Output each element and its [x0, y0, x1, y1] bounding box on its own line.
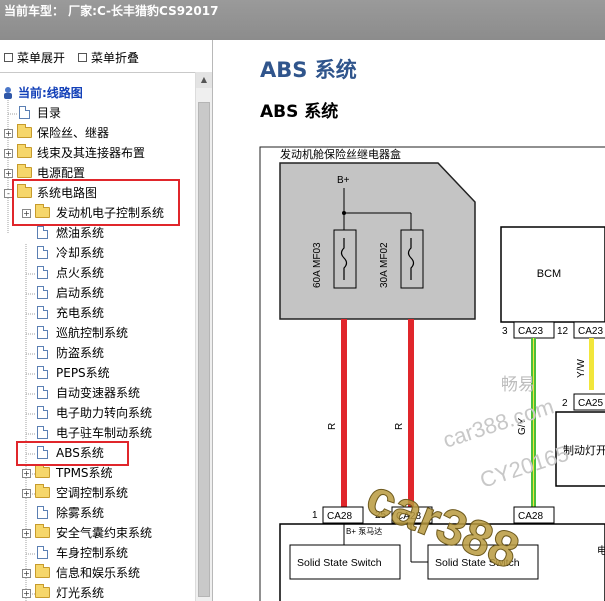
- tree-item-label: 除雾系统: [56, 506, 105, 520]
- expand-plus-icon[interactable]: +: [22, 589, 31, 598]
- tree-item-label: 启动系统: [56, 286, 105, 300]
- tree-item-label: 充电系统: [56, 306, 105, 320]
- bplus-label: B+: [337, 175, 350, 186]
- current-label: 当前:线路图: [18, 86, 83, 100]
- document-icon: [37, 426, 48, 439]
- tree-scrollbar[interactable]: ▲: [195, 72, 212, 601]
- edge-label: 电: [597, 544, 605, 557]
- window-title: 当前车型： 厂家:C-长丰猎豹CS92017: [4, 4, 219, 18]
- expand-plus-icon[interactable]: +: [4, 169, 13, 178]
- tree-item-label: 信息和娱乐系统: [56, 566, 141, 580]
- document-icon: [37, 226, 48, 239]
- tree-item-label: 电子助力转向系统: [56, 406, 153, 420]
- content-pane: ABS 系统 ABS 系统 发动机舱保险丝继电器盒 B+ 60A MF03 30…: [213, 40, 605, 601]
- wiring-diagram: 发动机舱保险丝继电器盒 B+ 60A MF03 30A MF02 R R BCM…: [259, 146, 605, 601]
- expand-plus-icon[interactable]: +: [4, 149, 13, 158]
- menu-toolbar: 菜单展开 菜单折叠: [0, 40, 212, 73]
- tree-item-label: 自动变速器系统: [56, 386, 141, 400]
- expand-menu-button[interactable]: 菜单展开: [4, 49, 65, 66]
- folder-icon: [35, 524, 50, 538]
- folder-icon: [35, 584, 50, 598]
- tree-item-label: 燃油系统: [56, 226, 105, 240]
- bcm-label: BCM: [537, 268, 561, 280]
- watermark-text-2: car388.com: [440, 393, 557, 452]
- pump-motor-label: B+ 泵马达: [346, 526, 382, 536]
- navigation-pane: 菜单展开 菜单折叠 当前:线路图 目录 + 保险丝、继器 + 线束及其连接器布置…: [0, 40, 213, 601]
- expand-plus-icon[interactable]: +: [22, 469, 31, 478]
- scroll-thumb[interactable]: [198, 102, 210, 597]
- document-icon: [37, 326, 48, 339]
- scroll-up-arrow-icon[interactable]: ▲: [196, 72, 212, 88]
- highlight-box-system-diagrams: [12, 179, 180, 226]
- collapse-icon: [78, 53, 87, 62]
- tree-item-label: 车身控制系统: [56, 546, 129, 560]
- tree-view: 当前:线路图 目录 + 保险丝、继器 + 线束及其连接器布置 + 电源配置 -: [0, 72, 195, 601]
- document-icon: [37, 266, 48, 279]
- folder-icon: [35, 484, 50, 498]
- title-bar: 当前车型： 厂家:C-长丰猎豹CS92017: [0, 0, 605, 40]
- collapse-menu-button[interactable]: 菜单折叠: [78, 49, 139, 66]
- folder-icon: [35, 464, 50, 478]
- fuse-box-title: 发动机舱保险丝继电器盒: [280, 147, 401, 161]
- document-icon: [19, 106, 30, 119]
- highlight-box-abs: [16, 441, 129, 466]
- document-icon: [37, 386, 48, 399]
- tree-item-label: 灯光系统: [56, 586, 105, 600]
- document-icon: [37, 306, 48, 319]
- wire-color-label-yw: Y/W: [576, 359, 587, 378]
- expand-plus-icon[interactable]: +: [4, 129, 13, 138]
- yellow-wire: [589, 338, 594, 390]
- connector-ca28-a-label: CA28: [327, 511, 352, 522]
- pin-2-label: 2: [562, 398, 568, 409]
- collapse-menu-label: 菜单折叠: [91, 51, 140, 65]
- tree-item-label: 保险丝、继器: [37, 126, 110, 140]
- pin-12-label: 12: [557, 326, 569, 337]
- person-icon: [4, 87, 12, 99]
- watermark-text-1: 畅易: [501, 375, 535, 394]
- tree-item-label: 冷却系统: [56, 246, 105, 260]
- red-wire-1: [341, 319, 347, 508]
- tree-item-label: 防盗系统: [56, 346, 105, 360]
- connector-ca23-b-label: CA23: [578, 326, 603, 337]
- document-icon: [37, 286, 48, 299]
- tree-item-label: PEPS系统: [56, 366, 110, 380]
- connector-ca28-c-label: CA28: [518, 511, 543, 522]
- tree-item-label: TPMS系统: [56, 466, 113, 480]
- expand-icon: [4, 53, 13, 62]
- connector-ca23-a-label: CA23: [518, 326, 543, 337]
- tree-item-label: 安全气囊约束系统: [56, 526, 153, 540]
- fuse1-label: 60A MF03: [312, 242, 323, 288]
- document-icon: [37, 506, 48, 519]
- pin-1-label: 1: [312, 510, 318, 521]
- folder-icon: [17, 124, 32, 138]
- tree-item-label: 目录: [37, 106, 62, 120]
- expand-menu-label: 菜单展开: [17, 51, 66, 65]
- document-icon: [37, 346, 48, 359]
- tree-item-label: 空调控制系统: [56, 486, 129, 500]
- fuse-box-outline: [279, 162, 476, 320]
- folder-icon: [35, 564, 50, 578]
- tree-item-label: 线束及其连接器布置: [37, 146, 146, 160]
- tree-item-label: 点火系统: [56, 266, 105, 280]
- tree-item-label: 电子驻车制动系统: [56, 426, 153, 440]
- wire-color-label-r2: R: [394, 423, 405, 430]
- document-icon: [37, 366, 48, 379]
- folder-icon: [17, 164, 32, 178]
- pin-3-label: 3: [502, 326, 508, 337]
- solid-state-switch-1-label: Solid State Switch: [297, 557, 382, 569]
- expand-plus-icon[interactable]: +: [22, 569, 31, 578]
- wire-color-label-r1: R: [327, 423, 338, 430]
- expand-plus-icon[interactable]: +: [22, 489, 31, 498]
- expand-plus-icon[interactable]: +: [22, 529, 31, 538]
- document-icon: [37, 546, 48, 559]
- document-icon: [37, 406, 48, 419]
- tree-item-label: 巡航控制系统: [56, 326, 129, 340]
- brake-switch-label: 制动灯开: [563, 444, 605, 457]
- connector-ca25-label: CA25: [578, 398, 603, 409]
- fuse2-label: 30A MF02: [379, 242, 390, 288]
- folder-icon: [17, 144, 32, 158]
- document-icon: [37, 246, 48, 259]
